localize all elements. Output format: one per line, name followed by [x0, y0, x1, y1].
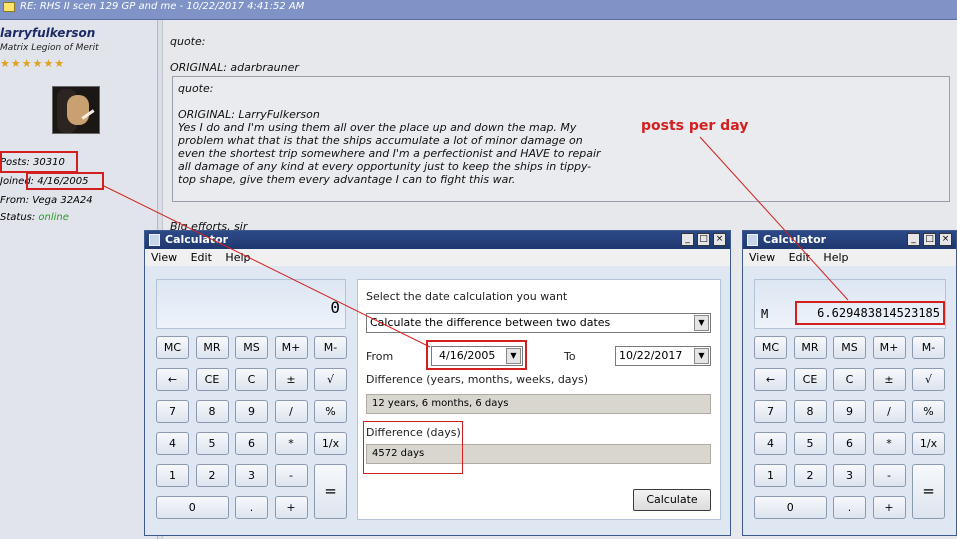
annotation-to-result-line — [699, 136, 849, 301]
annotation-lines — [103, 136, 849, 348]
joined-to-from-line — [103, 185, 431, 348]
